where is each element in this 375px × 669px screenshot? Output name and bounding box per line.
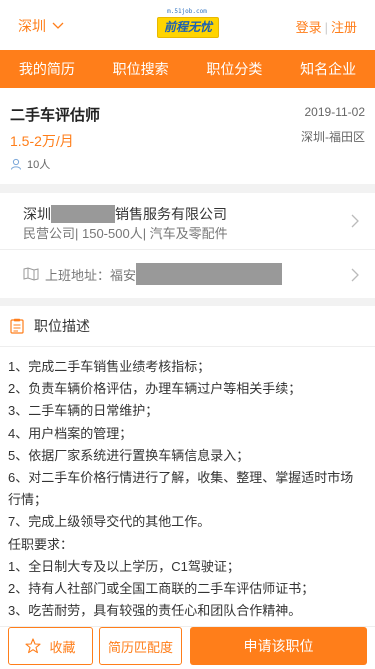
description-line: 3、吃苦耐劳，具有较强的责任心和团队合作精神。 <box>8 603 302 619</box>
redacted-block <box>51 205 115 223</box>
auth-separator: | <box>324 20 328 35</box>
map-icon <box>23 267 39 281</box>
logo-url: m.51job.com <box>167 8 207 15</box>
description-heading: 职位描述 <box>10 316 90 336</box>
resume-match-button[interactable]: 简历匹配度 <box>99 627 182 665</box>
job-date: 2019-11-02 <box>304 105 366 119</box>
star-icon <box>25 638 42 654</box>
description-title: 职位描述 <box>34 318 90 334</box>
description-line: 1、完成二手车销售业绩考核指标； <box>8 359 211 374</box>
description-line: 5、依据厂家系统进行置换车辆信息录入； <box>8 447 250 463</box>
description-line: 4、用户档案的管理； <box>8 425 133 441</box>
job-title: 二手车评估师 <box>10 107 101 124</box>
description-line: 7、完成上级领导交代的其他工作。 <box>8 514 211 530</box>
logo-text: 前程无忧 <box>157 17 219 38</box>
favorite-button[interactable]: 收藏 <box>8 627 93 665</box>
auth-links: 登录 | 注册 <box>296 17 357 36</box>
redacted-block <box>136 263 283 285</box>
address-label: 上班地址：福安 <box>45 267 137 283</box>
job-summary: 二手车评估师 2019-11-02 1.5-2万/月 深圳-福田区 10人 <box>0 88 375 184</box>
headcount-label: 10人 <box>27 159 51 171</box>
company-name-prefix: 深圳 <box>23 206 51 222</box>
register-link[interactable]: 注册 <box>331 20 357 35</box>
job-headcount: 10人 <box>10 156 50 172</box>
chevron-right-icon <box>351 268 359 282</box>
company-meta: 民营公司| 150-500人| 汽车及零配件 <box>23 226 228 241</box>
description-line: 任职要求： <box>8 536 74 552</box>
nav-job-category[interactable]: 职位分类 <box>188 50 282 88</box>
divider <box>0 346 375 347</box>
nav-famous-companies[interactable]: 知名企业 <box>281 50 375 88</box>
description-line: 3、二手车辆的日常维护； <box>8 403 159 419</box>
favorite-label: 收藏 <box>49 639 76 655</box>
login-link[interactable]: 登录 <box>296 20 322 35</box>
nav-job-search[interactable]: 职位搜索 <box>94 50 188 88</box>
person-icon <box>11 158 21 170</box>
job-description: 职位描述 1、完成二手车销售业绩考核指标； 2、负责车辆价格评估，办理车辆过户等… <box>0 306 375 626</box>
chevron-right-icon <box>351 214 359 228</box>
main-nav: 我的简历 职位搜索 职位分类 知名企业 <box>0 50 375 88</box>
description-line: 2、持有人社部门或全国工商联的二手车评估师证书； <box>8 581 315 597</box>
work-address[interactable]: 上班地址：福安 <box>0 250 375 298</box>
chevron-down-icon <box>52 22 64 29</box>
city-label: 深圳 <box>18 18 46 34</box>
description-line: 1、全日制大专及以上学历，C1驾驶证； <box>8 558 240 574</box>
top-header: 深圳 m.51job.com 前程无忧 登录 | 注册 <box>0 0 375 51</box>
site-logo[interactable]: m.51job.com 前程无忧 <box>155 8 219 38</box>
description-line: 6、对二手车价格行情进行了解，收集、整理、掌握适时市场行情； <box>8 470 354 508</box>
address-row: 上班地址：福安 <box>23 263 283 285</box>
job-location: 深圳-福田区 <box>301 130 365 144</box>
description-line: 2、负责车辆价格评估，办理车辆过户等相关手续； <box>8 381 302 397</box>
job-salary: 1.5-2万/月 <box>10 133 74 149</box>
description-body: 1、完成二手车销售业绩考核指标； 2、负责车辆价格评估，办理车辆过户等相关手续；… <box>8 356 366 622</box>
city-selector[interactable]: 深圳 <box>18 16 64 36</box>
company-name: 深圳 销售服务有限公司 <box>23 204 227 224</box>
company-name-suffix: 销售服务有限公司 <box>115 206 227 222</box>
document-icon <box>10 318 24 334</box>
company-info[interactable]: 深圳 销售服务有限公司 民营公司| 150-500人| 汽车及零配件 <box>0 193 375 250</box>
bottom-action-bar: 收藏 简历匹配度 申请该职位 <box>0 626 375 669</box>
apply-button[interactable]: 申请该职位 <box>190 627 367 665</box>
nav-my-resume[interactable]: 我的简历 <box>0 50 94 88</box>
